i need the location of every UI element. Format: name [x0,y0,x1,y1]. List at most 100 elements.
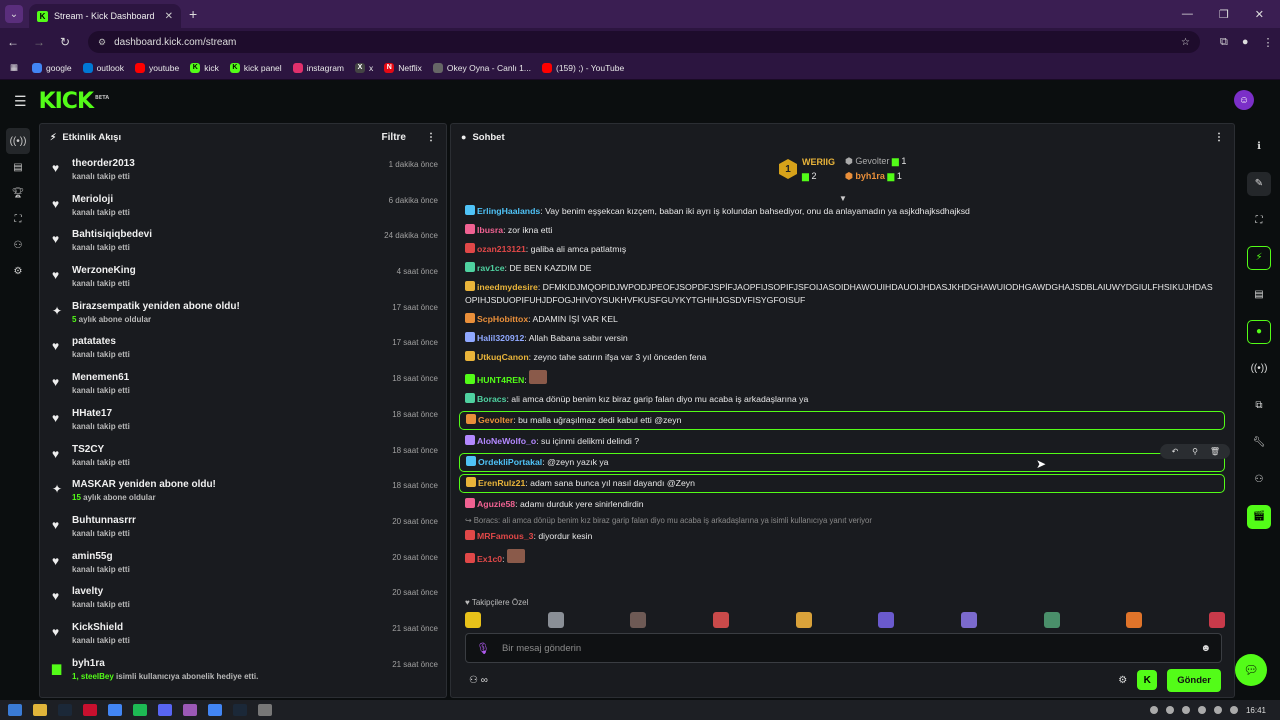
reply-icon[interactable]: ↶ [1166,447,1184,456]
mic-icon[interactable]: 🎙︎ [476,642,490,655]
activity-user[interactable]: MASKAR yeniden abone oldu! [72,479,392,490]
dashboard-nav-icon[interactable]: ▤ [6,154,30,180]
chat-message[interactable]: ineedmydesire: DFMKIDJMQOPIDJWPODJPEOFJS… [459,278,1225,310]
activity-item[interactable]: ♥ Buhtunnasrrr kanalı takip etti 20 saat… [52,509,438,545]
chat-username[interactable]: MRFamous_3 [477,531,533,541]
chat-message-input[interactable]: 🎙︎ Bir mesaj gönderin ☻ [465,633,1222,663]
activity-item[interactable]: ♥ amin55g kanalı takip etti 20 saat önce [52,545,438,581]
browser-menu-icon[interactable]: ⋮ [1263,36,1274,49]
support-chat-icon[interactable]: 💬︎ [1235,654,1267,686]
emote[interactable] [1043,612,1060,628]
chat-message[interactable]: ozan213121: galiba ali amca patlatmış [459,240,1225,259]
activity-item[interactable]: ♥ patatates kanalı takip etti 17 saat ön… [52,330,438,366]
activity-user[interactable]: Bahtisiqiqbedevi [72,229,384,240]
second-name[interactable]: Gevolter [855,156,889,166]
user-avatar[interactable]: ☺ [1234,90,1254,110]
chat-username[interactable]: ozan213121 [477,244,526,254]
tray-icon[interactable] [1197,706,1206,714]
bookmark-youtube[interactable]: youtube [134,62,179,73]
chat-username[interactable]: ErlingHaalands [477,206,540,216]
bookmark-google[interactable]: google [32,62,72,73]
chat-username[interactable]: Gevolter [478,415,513,425]
app-icon[interactable] [258,704,272,716]
lightning-icon[interactable]: ⚡︎ [1246,239,1272,276]
activity-item[interactable]: ♥ TS2CY kanalı takip etti 18 saat önce [52,438,438,474]
activity-user[interactable]: theorder2013 [72,158,389,169]
chat-message[interactable]: HUNT4REN: [459,367,1225,390]
chat-message[interactable]: Boracs: ali amca dönüp benim kız biraz g… [459,390,1225,409]
new-tab-icon[interactable]: + [189,6,197,22]
chat-icon[interactable]: ● [1246,313,1272,350]
extensions-icon[interactable]: ⧉ [1220,36,1228,49]
wrench-icon[interactable]: 🔧︎ [1246,424,1272,461]
emote[interactable] [712,612,729,628]
leader-name[interactable]: WERIIG [802,157,835,167]
chat-message[interactable]: rav1ce: DE BEN KAZDIM DE [459,259,1225,278]
steam-icon[interactable] [233,704,247,716]
chat-username[interactable]: Ex1c0 [477,554,502,564]
activity-item[interactable]: ♥ WerzoneKing kanalı takip etti 4 saat ö… [52,259,438,295]
tray-icon[interactable] [1229,706,1238,714]
site-info-icon[interactable]: ⚙ [98,37,106,48]
activity-user[interactable]: amin55g [72,551,392,562]
edit-icon[interactable]: ✎ [1246,165,1272,202]
apps-grid-icon[interactable]: ▦ [10,62,18,73]
activity-user[interactable]: patatates [72,336,392,347]
chat-username[interactable]: OrdekliPortakal [478,457,542,467]
discord-icon[interactable] [158,704,172,716]
tab-search-icon[interactable]: ⌄ [5,5,23,23]
back-icon[interactable]: ← [0,35,26,49]
bookmark-youtube-video[interactable]: (159) ;) - YouTube [541,62,624,73]
tray-icon[interactable] [1213,706,1222,714]
activity-user[interactable]: WerzoneKing [72,265,397,276]
chat-username[interactable]: ScpHobittox [477,314,528,324]
chat-username[interactable]: UtkuqCanon [477,352,529,362]
chat-message[interactable]: AloNeWolfo_o: su içinmi delikmi delindi … [459,432,1225,451]
chat-message[interactable]: MRFamous_3: diyordur kesin [459,527,1225,546]
emote[interactable] [1208,612,1225,628]
emote[interactable] [1126,612,1143,628]
community-nav-icon[interactable]: ⚇ [6,232,30,258]
steam-icon[interactable] [58,704,72,716]
activity-item[interactable]: ▆ byh1ra 1, steelBey isimli kullanıcıya … [52,652,438,688]
file-explorer-icon[interactable] [33,704,47,716]
tray-icon[interactable] [1165,706,1174,714]
emote[interactable] [547,612,564,628]
reload-icon[interactable]: ↻ [52,35,78,49]
bookmark-kick-panel[interactable]: Kkick panel [229,62,282,73]
activity-item[interactable]: ♥ KickShield kanalı takip etti 21 saat ö… [52,616,438,652]
chat-message[interactable]: Ibusra: zor ikna etti [459,221,1225,240]
clips-icon[interactable]: 🎬︎ [1246,498,1272,535]
chat-message[interactable]: ErlingHaalands: Vay benim eşşekcan kızçe… [459,202,1225,221]
chat-message[interactable]: OrdekliPortakal: @zeyn yazık ya [459,453,1225,472]
close-window-icon[interactable]: ✕ [1255,8,1264,21]
activity-item[interactable]: ♥ Menemen61 kanalı takip etti 18 saat ön… [52,366,438,402]
spotify-icon[interactable] [133,704,147,716]
opera-icon[interactable] [83,704,97,716]
activity-user[interactable]: Merioloji [72,194,389,205]
activity-item[interactable]: ♥ Bahtisiqiqbedevi kanalı takip etti 24 … [52,223,438,259]
chat-username[interactable]: rav1ce [477,263,505,273]
chat-username[interactable]: HUNT4REN [477,375,524,385]
restore-icon[interactable]: ❐ [1219,8,1229,21]
chat-username[interactable]: AloNeWolfo_o [477,436,536,446]
emote[interactable] [465,612,481,628]
activity-user[interactable]: Buhtunnasrrr [72,515,392,526]
pin-icon[interactable]: ⚲ [1186,447,1204,456]
tray-icon[interactable] [1149,706,1158,714]
chat-message[interactable]: Halil320912: Allah Babana sabır versin [459,329,1225,348]
profile-icon[interactable]: ● [1242,36,1249,49]
chrome-icon[interactable] [208,704,222,716]
more-options-icon[interactable]: ⋮ [1214,132,1224,143]
chat-username[interactable]: Aguzie58 [477,499,515,509]
activity-item[interactable]: ✦ Birazsempatik yeniden abone oldu! 5 ay… [52,295,438,331]
bookmark-okey[interactable]: Okey Oyna - Canlı 1... [432,62,531,73]
activity-user[interactable]: TS2CY [72,444,392,455]
points-icon[interactable]: ⚇ [1246,461,1272,498]
chat-username[interactable]: Halil320912 [477,333,524,343]
stream-nav-icon[interactable]: ((•)) [6,128,30,154]
trophy-nav-icon[interactable]: 🏆︎ [6,180,30,206]
chat-message[interactable]: UtkuqCanon: zeyno tahe satırın ifşa var … [459,348,1225,367]
bookmark-outlook[interactable]: outlook [82,62,124,73]
window-icon[interactable]: ⧉ [1246,387,1272,424]
